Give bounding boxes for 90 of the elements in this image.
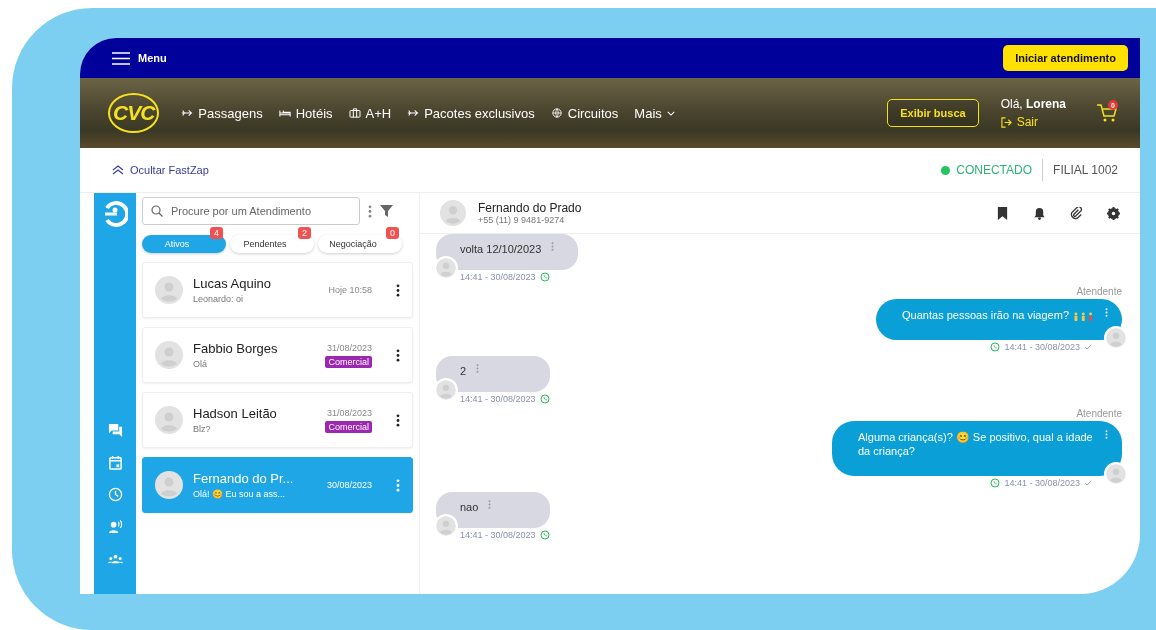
- caret-icon: [666, 110, 675, 116]
- paperclip-icon[interactable]: [1070, 206, 1083, 220]
- message-preview: Leonardo: oi: [193, 294, 245, 304]
- show-search-button[interactable]: Exibir busca: [887, 99, 979, 127]
- avatar-icon: [155, 406, 183, 434]
- people-icon: [1073, 311, 1095, 321]
- count-badge: 4: [210, 227, 223, 239]
- menu-icon: [112, 51, 130, 65]
- avatar-icon: [155, 471, 183, 499]
- avatar-icon: [434, 514, 458, 538]
- nav-link[interactable]: Pacotes exclusivos: [407, 105, 535, 121]
- conversation-time: 31/08/2023: [326, 342, 372, 353]
- hide-fastzap-link[interactable]: Ocultar FastZap: [112, 164, 209, 176]
- connection-status: CONECTADO: [956, 159, 1044, 181]
- avatar-icon: [155, 276, 183, 304]
- suitcase-icon: [348, 108, 361, 118]
- clock-icon[interactable]: [107, 487, 123, 502]
- app-logo-icon: [102, 201, 128, 227]
- filter-tab[interactable]: Pendentes: [230, 235, 314, 253]
- kebab-menu-icon[interactable]: [396, 348, 400, 362]
- globe-icon: [550, 108, 563, 118]
- branch-label: FILIAL 1002: [1052, 163, 1118, 177]
- bookmark-icon[interactable]: [996, 206, 1009, 220]
- whatsapp-icon: [539, 272, 550, 282]
- search-field[interactable]: Procure por um Atendimento: [142, 197, 360, 225]
- logo[interactable]: CVC: [108, 93, 160, 133]
- contact-name: Hadson Leitão: [193, 406, 278, 421]
- kebab-menu-icon[interactable]: [396, 413, 400, 427]
- conversation-card[interactable]: Lucas Aquino Leonardo: oi Hoje 10:58: [142, 262, 413, 318]
- bed-icon: [278, 108, 291, 118]
- avatar-icon: [155, 341, 183, 369]
- message-bubble: volta 12/10/2023: [436, 234, 579, 270]
- person-speaking-icon[interactable]: [107, 519, 123, 534]
- logout-link[interactable]: Sair: [1000, 115, 1066, 129]
- tag-label: Comercial: [325, 420, 372, 433]
- search-icon: [151, 205, 163, 217]
- avatar-icon: [434, 378, 458, 402]
- count-badge: 0: [386, 227, 399, 239]
- phone-number: +55 (11) 9 9481-9274: [478, 215, 566, 225]
- user-greeting: Olá, Lorena: [1000, 97, 1066, 111]
- conversation-card[interactable]: Fabbio Borges Olá 31/08/2023 Comercial: [142, 327, 413, 383]
- conversation-time: Hoje 10:58: [328, 285, 372, 295]
- avatar-icon: [440, 200, 466, 226]
- filter-icon[interactable]: [380, 205, 393, 217]
- bell-icon[interactable]: [1033, 206, 1046, 220]
- nav-link[interactable]: Circuitos: [550, 105, 619, 121]
- nav-link[interactable]: Mais: [634, 105, 675, 121]
- chat-icon[interactable]: [107, 423, 123, 438]
- check-icon: [1084, 480, 1092, 486]
- message-preview: Olá! 😊 Eu sou a ass...: [193, 489, 287, 499]
- contact-name: Lucas Aquino: [193, 276, 273, 291]
- sender-label: Atendente: [1076, 408, 1122, 419]
- filter-tab[interactable]: Negociação: [318, 235, 402, 253]
- calendar-icon[interactable]: [107, 455, 123, 470]
- cart-icon[interactable]: [1096, 103, 1118, 123]
- message-time: 14:41 - 30/08/2023: [1004, 478, 1080, 488]
- logout-icon: [1000, 116, 1012, 128]
- message-time: 14:41 - 30/08/2023: [460, 530, 536, 540]
- kebab-menu-icon[interactable]: [396, 283, 400, 297]
- nav-link[interactable]: Passagens: [181, 105, 263, 121]
- sender-label: Atendente: [1076, 286, 1122, 297]
- message-preview: Blz?: [193, 424, 212, 434]
- conversation-time: 31/08/2023: [326, 407, 372, 418]
- start-service-button[interactable]: Iniciar atendimento: [1003, 45, 1128, 71]
- contact-name: Fernando do Pr...: [193, 471, 295, 486]
- message-bubble: 2: [436, 356, 550, 392]
- message-time: 14:41 - 30/08/2023: [460, 272, 536, 282]
- count-badge: 2: [298, 227, 311, 239]
- conversation-time: 30/08/2023: [326, 480, 372, 490]
- contact-name: Fabbio Borges: [193, 341, 279, 356]
- chevron-up-icon: [112, 165, 124, 175]
- message-bubble: Quantas pessoas irão na viagem?: [876, 299, 1122, 340]
- message-preview: Olá: [193, 359, 208, 369]
- tag-label: Comercial: [325, 355, 372, 368]
- avatar-icon: [434, 256, 458, 280]
- whatsapp-icon: [539, 530, 550, 540]
- whatsapp-icon: [990, 342, 1001, 352]
- nav-link[interactable]: A+H: [348, 105, 392, 121]
- contact-name: Fernando do Prado: [478, 201, 582, 215]
- message-time: 14:41 - 30/08/2023: [1004, 342, 1080, 352]
- settings-icon[interactable]: [1107, 206, 1120, 220]
- nav-link[interactable]: Hotéis: [278, 105, 333, 121]
- menu-button[interactable]: Menu: [112, 51, 167, 65]
- message-bubble: Alguma criança(s)? 😊 Se positivo, qual a idade da criança?: [832, 421, 1122, 476]
- check-icon: [1084, 344, 1092, 350]
- whatsapp-icon: [539, 394, 550, 404]
- message-bubble: nao: [436, 492, 550, 528]
- message-time: 14:41 - 30/08/2023: [460, 394, 536, 404]
- conversation-card[interactable]: Hadson Leitão Blz? 31/08/2023 Comercial: [142, 392, 413, 448]
- whatsapp-icon: [990, 478, 1001, 488]
